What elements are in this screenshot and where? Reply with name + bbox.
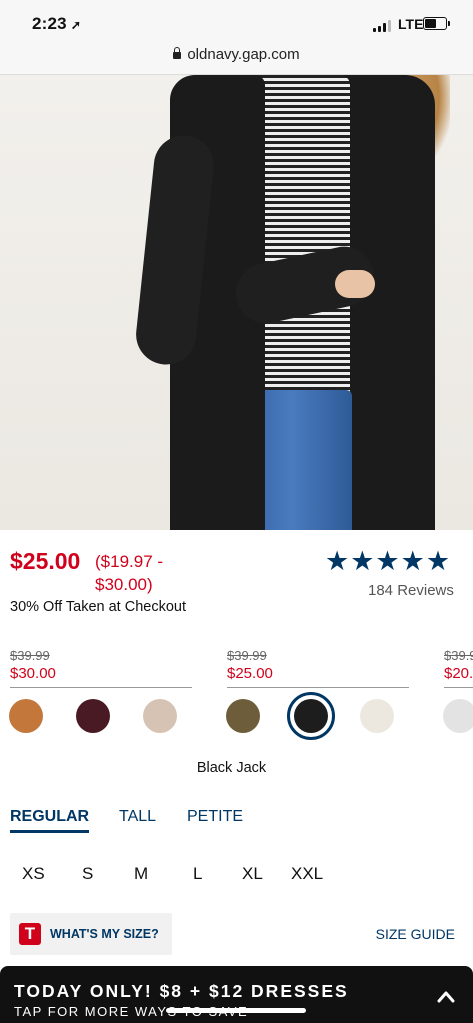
color-swatch-cream[interactable]	[360, 699, 394, 733]
url-display[interactable]: oldnavy.gap.com	[0, 46, 473, 63]
home-indicator	[166, 1008, 306, 1013]
whats-my-size-button[interactable]: T WHAT'S MY SIZE?	[10, 913, 172, 955]
color-swatch-burgundy[interactable]	[76, 699, 110, 733]
reviews-link[interactable]: 184 Reviews	[368, 582, 454, 599]
status-bar: 2:23 ➚ LTE	[0, 0, 473, 42]
tab-petite[interactable]: PETITE	[187, 808, 243, 826]
whats-my-size-label: WHAT'S MY SIZE?	[50, 927, 159, 941]
rating-stars-icon[interactable]: ★★★★★	[325, 547, 451, 575]
url-text: oldnavy.gap.com	[187, 46, 300, 63]
sale-price: $25.00	[10, 548, 81, 574]
group-price: $30.00	[10, 665, 56, 682]
original-price: $39.99	[227, 648, 267, 663]
size-option-xxl[interactable]: XXL	[291, 864, 323, 884]
size-option-s[interactable]: S	[82, 864, 93, 884]
color-swatch-oatmeal[interactable]	[143, 699, 177, 733]
product-image-gallery[interactable]	[0, 75, 473, 530]
group-price: $20.	[444, 665, 473, 682]
promo-banner[interactable]: TODAY ONLY! $8 + $12 DRESSES TAP FOR MOR…	[0, 966, 473, 1023]
price-range-line1: ($19.97 -	[95, 552, 164, 571]
true-fit-icon: T	[19, 923, 41, 945]
battery-icon	[423, 17, 450, 30]
tab-regular[interactable]: REGULAR	[10, 808, 90, 833]
group-price: $25.00	[227, 665, 273, 682]
color-swatch-cognac[interactable]	[9, 699, 43, 733]
signal-icon	[373, 20, 393, 32]
checkout-offer: 30% Off Taken at Checkout	[10, 599, 186, 615]
selected-color-name: Black Jack	[196, 760, 267, 776]
image-hand	[335, 270, 375, 298]
size-option-xs[interactable]: XS	[22, 864, 45, 884]
price-range-line2: $30.00)	[95, 575, 153, 594]
location-arrow-icon: ➚	[70, 18, 82, 32]
size-option-l[interactable]: L	[193, 864, 202, 884]
swatch-price-group: $39.99 $25.00	[227, 648, 409, 688]
chevron-up-icon[interactable]	[437, 988, 455, 1006]
color-swatch-light-grey[interactable]	[443, 699, 473, 733]
swatch-price-group: $39.9 $20.	[444, 648, 473, 688]
swatch-price-group: $39.99 $30.00	[10, 648, 192, 688]
price-range: ($19.97 - $30.00)	[95, 550, 163, 596]
network-label: LTE	[398, 16, 424, 32]
promo-title: TODAY ONLY! $8 + $12 DRESSES	[14, 981, 349, 1001]
color-swatch-black-selected[interactable]	[287, 692, 335, 740]
status-time: 2:23 ➚	[32, 14, 82, 33]
size-guide-link[interactable]: SIZE GUIDE	[376, 926, 455, 942]
size-option-xl[interactable]: XL	[242, 864, 263, 884]
tab-tall[interactable]: TALL	[119, 808, 156, 826]
original-price: $39.9	[444, 648, 473, 663]
lock-icon	[173, 47, 182, 59]
size-option-m[interactable]: M	[134, 864, 148, 884]
color-swatch-olive[interactable]	[226, 699, 260, 733]
browser-url-bar[interactable]: oldnavy.gap.com	[0, 42, 473, 75]
original-price: $39.99	[10, 648, 50, 663]
